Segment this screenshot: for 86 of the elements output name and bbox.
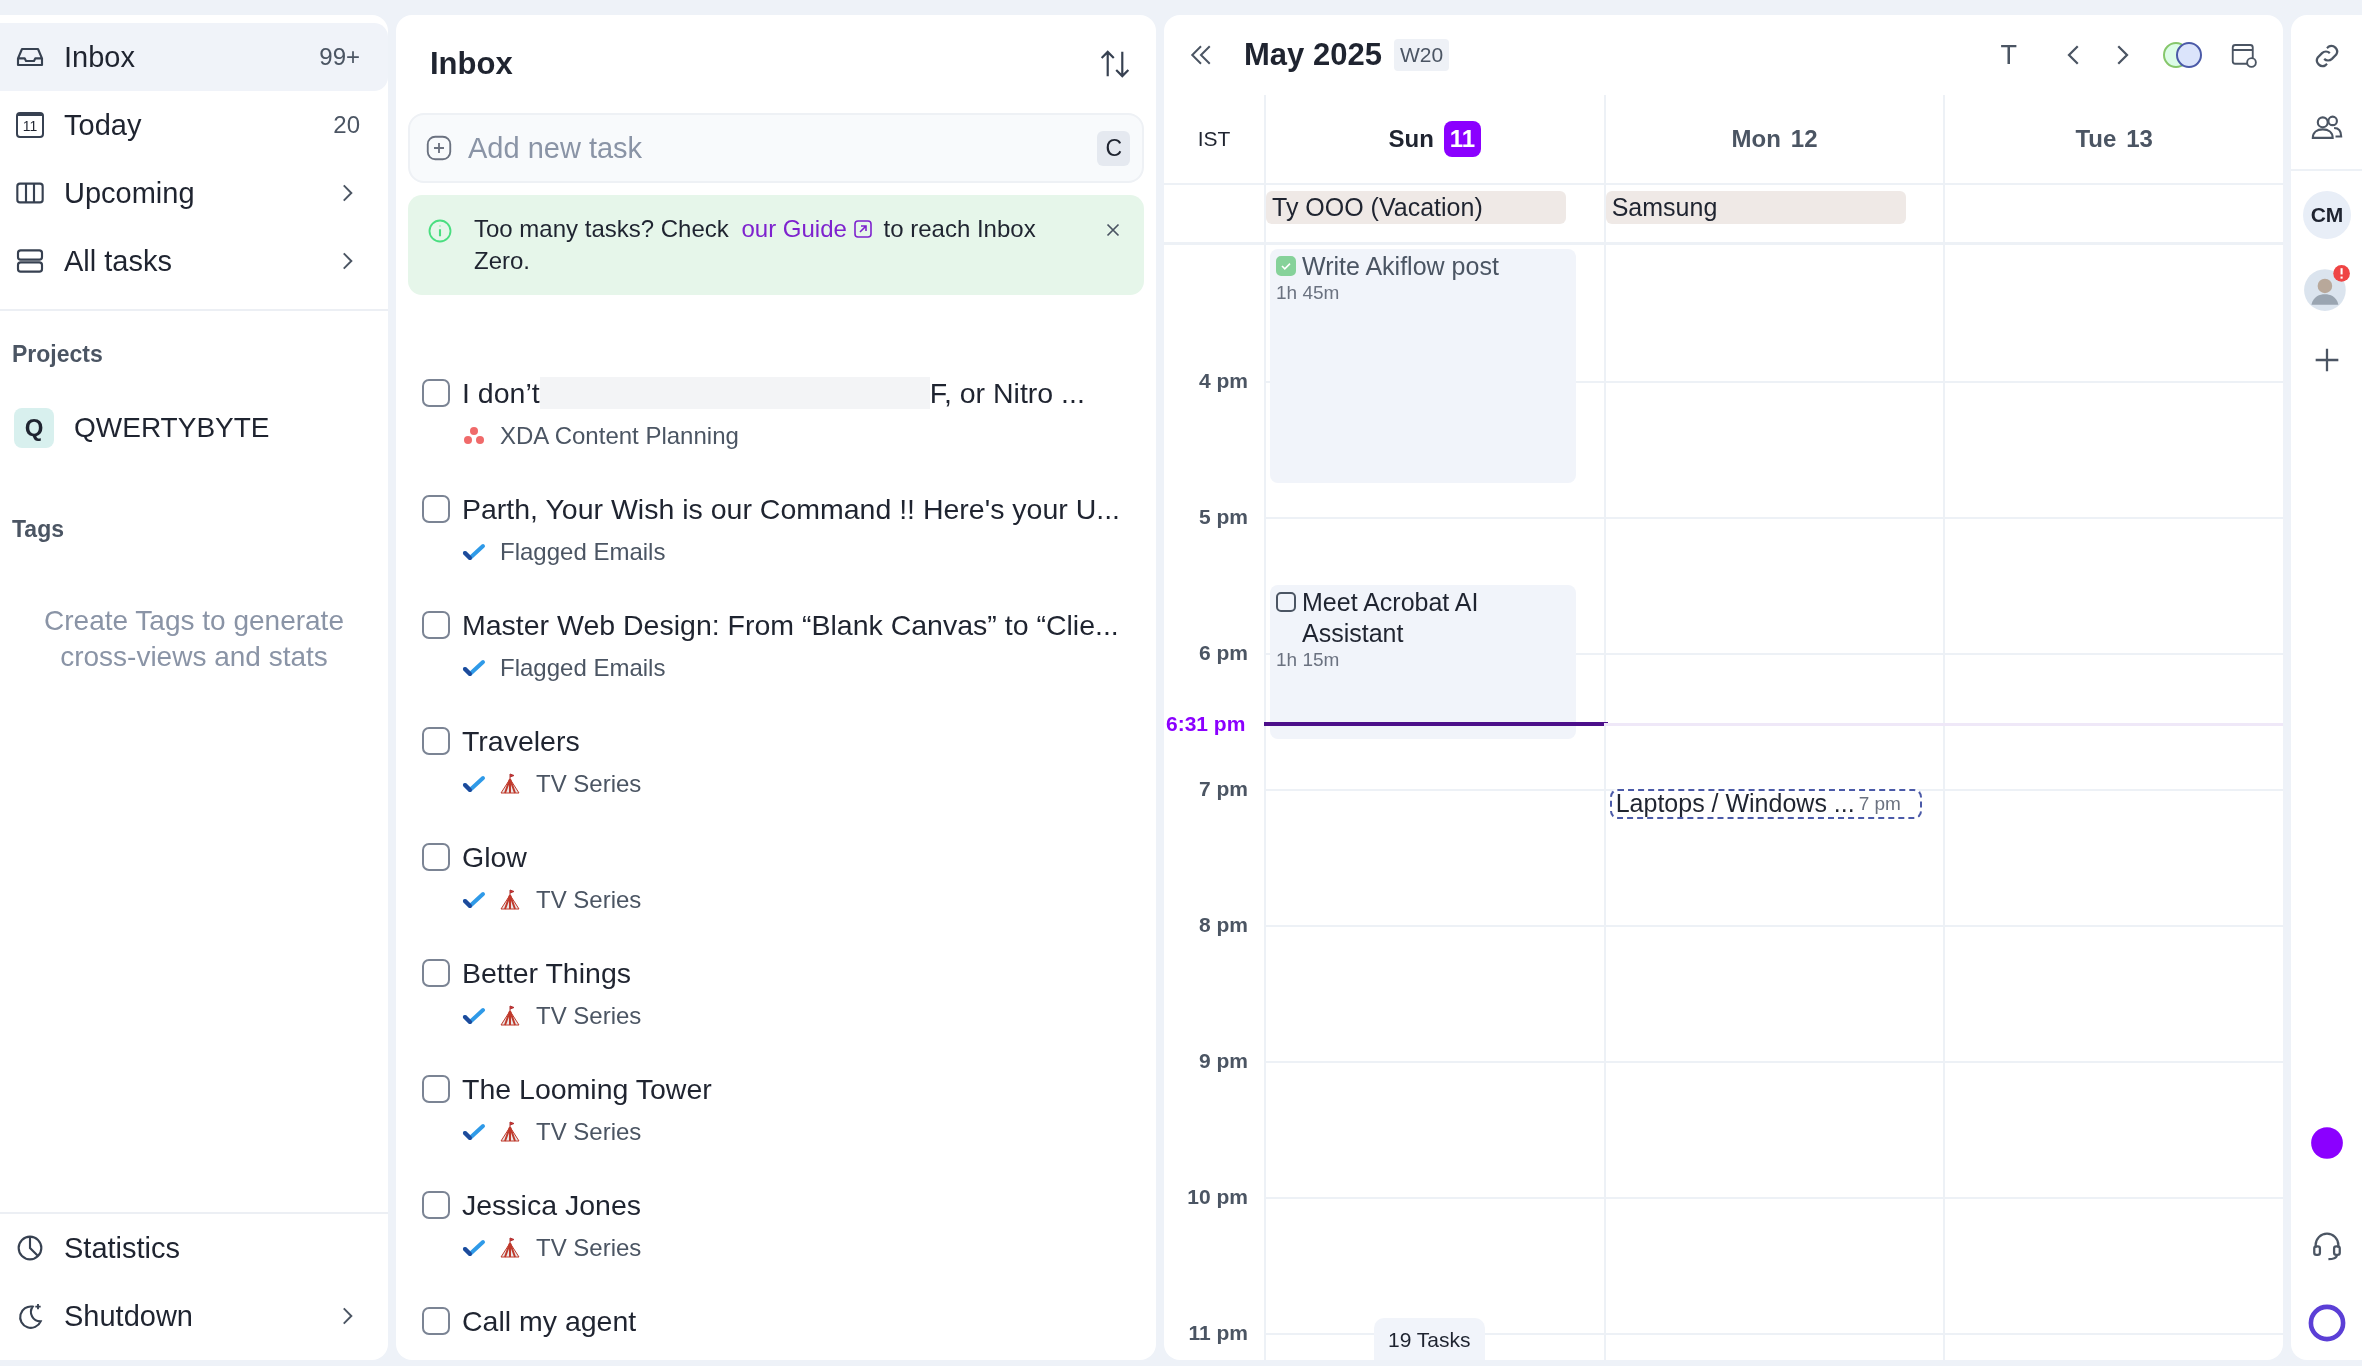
calendar-task[interactable]: Write Akiflow post 1h 45m (1270, 249, 1576, 483)
sidebar-item[interactable]: All tasks (0, 227, 388, 295)
tent-icon (498, 772, 522, 796)
info-icon (426, 217, 454, 245)
empty-state-text: Create Tags to generate cross-views and stats (43, 604, 345, 674)
calendar-event[interactable]: Laptops / Windows ... 7 pm (1609, 789, 1922, 819)
section-heading: Projects (11, 340, 104, 368)
tent-icon (498, 1236, 522, 1260)
project-label: XDA Content Planning (499, 422, 739, 450)
task-title[interactable]: Parth, Your Wish is our Command !! Here's your U... (462, 492, 1121, 526)
task-checkbox[interactable] (422, 1307, 450, 1335)
task-title[interactable]: Travelers (462, 724, 580, 758)
project-name: QWERTYBYTE (74, 412, 270, 444)
hour-label: 8 pm (1199, 913, 1248, 937)
count-label: 20 (333, 111, 360, 139)
task-checkbox[interactable] (422, 611, 450, 639)
guide-link[interactable]: our Guide (735, 215, 877, 242)
all-day-event[interactable]: Samsung (1605, 191, 1906, 224)
project-badge: Q (14, 408, 54, 448)
current-time-label: 6:31 pm (1166, 711, 1246, 736)
project-label: TV Series (535, 770, 642, 798)
section-heading: Tags (11, 515, 65, 543)
sidebar-item[interactable]: Shutdown (0, 1282, 388, 1350)
task-title[interactable]: Jessica Jones (462, 1188, 641, 1222)
day-header[interactable]: Mon 12 (1603, 95, 1944, 183)
plus-icon (424, 133, 454, 163)
task-checkbox[interactable] (1276, 592, 1296, 612)
duration-label: 1h 45m (1276, 282, 1341, 305)
task-title[interactable]: F, or Nitro ... (929, 376, 1085, 410)
all-day-event[interactable]: Ty OOO (Vacation) (1266, 191, 1566, 224)
task-title[interactable]: Master Web Design: From “Blank Canvas” to “Clie... (462, 608, 1119, 642)
duration-label: 1h 15m (1276, 649, 1341, 671)
task-title[interactable]: I don’t (462, 376, 540, 410)
project-item[interactable]: Q QWERTYBYTE (0, 368, 388, 448)
hour-label: 11 pm (1188, 1321, 1248, 1345)
project-label: Flagged Emails (499, 538, 666, 566)
tent-icon (498, 888, 522, 912)
task-checkbox[interactable] (422, 379, 450, 407)
hour-label: 5 pm (1199, 505, 1248, 529)
tent-icon (498, 1120, 522, 1144)
today-button[interactable]: T (1990, 35, 2027, 75)
task-checkbox[interactable] (422, 727, 450, 755)
task-checkbox[interactable] (422, 1075, 450, 1103)
panel-title: Inbox (430, 46, 513, 82)
hour-label: 10 pm (1187, 1185, 1248, 1209)
task-checkbox[interactable] (422, 843, 450, 871)
count-label: 99+ (319, 43, 360, 71)
task-checkbox[interactable] (1276, 256, 1296, 277)
task-title[interactable]: Better Things (462, 956, 631, 990)
task-checkbox[interactable] (422, 495, 450, 523)
task-checkbox[interactable] (422, 959, 450, 987)
calendar-icon: 11 (16, 112, 44, 138)
sidebar-item[interactable]: Upcoming (0, 159, 388, 227)
hour-label: 4 pm (1199, 369, 1248, 393)
sidebar-item[interactable]: Statistics (0, 1214, 388, 1282)
task-count-chip[interactable]: 19 Tasks (1374, 1318, 1485, 1360)
day-header[interactable]: Sun 11 (1264, 95, 1604, 183)
week-badge: W20 (1393, 39, 1450, 71)
hour-label: 6 pm (1199, 641, 1248, 665)
hour-label: 9 pm (1199, 1049, 1248, 1073)
project-label: Flagged Emails (499, 654, 666, 682)
event-title: Meet Acrobat AI Assistant (1302, 587, 1480, 649)
user-avatar[interactable]: CM (2303, 191, 2351, 239)
task-checkbox[interactable] (422, 1191, 450, 1219)
project-label: TV Series (535, 1234, 642, 1262)
sidebar-item[interactable]: 11 Today 20 (0, 91, 388, 159)
external-link-icon (852, 219, 873, 239)
day-header[interactable]: Tue 13 (1943, 95, 2283, 183)
status-dot-icon[interactable] (2310, 1126, 2344, 1160)
project-label: TV Series (535, 1118, 642, 1146)
month-title: May 2025 (1244, 37, 1382, 73)
avatar-with-badge-icon[interactable] (2302, 263, 2352, 313)
project-label: TV Series (535, 1002, 642, 1030)
event-title: Write Akiflow post (1302, 251, 1499, 283)
task-title[interactable]: Call my agent (462, 1304, 637, 1338)
shortcut-key: C (1097, 131, 1130, 166)
task-title[interactable]: The Looming Tower (462, 1072, 712, 1106)
sidebar-item[interactable]: Inbox 99+ (0, 23, 388, 91)
banner-text: Too many tasks? Check our Guide to reach Inbox Zero. (474, 214, 1037, 276)
tent-icon (498, 1004, 522, 1028)
calendar-task[interactable]: Meet Acrobat AI Assistant 1h 15m (1270, 585, 1576, 739)
project-label: TV Series (535, 886, 642, 914)
hour-label: 7 pm (1199, 777, 1248, 801)
overlap-circles-icon[interactable] (2161, 40, 2205, 70)
timezone-label: IST (1196, 127, 1232, 151)
task-title[interactable]: Glow (462, 840, 527, 874)
